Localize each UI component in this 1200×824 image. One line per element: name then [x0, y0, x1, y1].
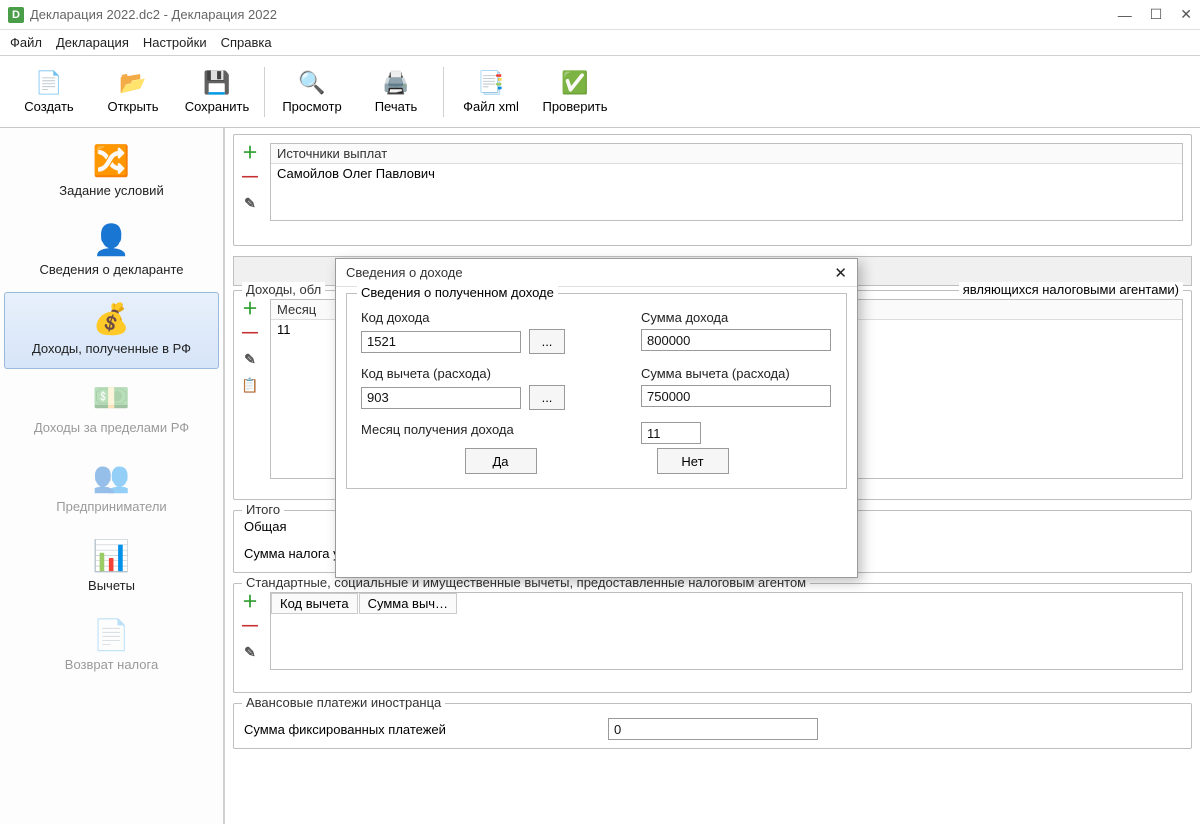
- advance-label: Сумма фиксированных платежей: [244, 722, 594, 737]
- dialog-close-button[interactable]: ✕: [834, 264, 847, 282]
- income-month-label: Месяц получения дохода: [361, 422, 621, 437]
- titlebar: D Декларация 2022.dc2 - Декларация 2022 …: [0, 0, 1200, 30]
- add-income-button[interactable]: ＋: [240, 297, 260, 317]
- people-icon: 👥: [92, 457, 132, 497]
- minimize-button[interactable]: —: [1118, 7, 1132, 23]
- payment-sources-group: ＋ — ✎ Источники выплат Самойлов Олег Пав…: [233, 134, 1192, 246]
- xml-icon: 📑: [477, 69, 505, 97]
- doc-icon: 📄: [92, 615, 132, 655]
- sources-list-row[interactable]: Самойлов Олег Павлович: [271, 164, 1182, 183]
- sidebar-item-conditions[interactable]: 🔀Задание условий: [4, 134, 219, 211]
- sidebar-item-deductions[interactable]: 📊Вычеты: [4, 529, 219, 606]
- sources-list-header: Источники выплат: [271, 144, 1182, 164]
- close-button[interactable]: ✕: [1180, 6, 1192, 23]
- check-icon: ✅: [561, 69, 589, 97]
- new-file-icon: 📄: [35, 69, 63, 97]
- advance-input[interactable]: [608, 718, 818, 740]
- person-icon: 👤: [92, 220, 132, 260]
- agent-deductions-group: Стандартные, социальные и имущественные …: [233, 583, 1192, 693]
- edit-source-button[interactable]: ✎: [240, 193, 260, 213]
- save-icon: 💾: [203, 69, 231, 97]
- coins-icon: 💰: [92, 299, 132, 339]
- sidebar-item-income-rf[interactable]: 💰Доходы, полученные в РФ: [4, 292, 219, 369]
- sidebar-item-income-foreign[interactable]: 💵Доходы за пределами РФ: [4, 371, 219, 448]
- remove-income-button[interactable]: —: [240, 323, 260, 343]
- toolbar: 📄Создать 📂Открыть 💾Сохранить 🔍Просмотр 🖨…: [0, 56, 1200, 128]
- sidebar-item-tax-return[interactable]: 📄Возврат налога: [4, 608, 219, 685]
- menu-settings[interactable]: Настройки: [143, 35, 207, 50]
- income-month-input[interactable]: [641, 422, 701, 444]
- preview-icon: 🔍: [298, 69, 326, 97]
- sources-list[interactable]: Источники выплат Самойлов Олег Павлович: [270, 143, 1183, 221]
- calc-icon: 📊: [92, 536, 132, 576]
- toolbar-check[interactable]: ✅Проверить: [534, 60, 616, 124]
- toolbar-print[interactable]: 🖨️Печать: [355, 60, 437, 124]
- deductions-list-header: Код вычета Сумма выч…: [271, 593, 1182, 614]
- deductions-list[interactable]: Код вычета Сумма выч…: [270, 592, 1183, 670]
- window-title: Декларация 2022.dc2 - Декларация 2022: [30, 7, 1118, 22]
- dialog-no-button[interactable]: Нет: [657, 448, 729, 474]
- copy-income-button[interactable]: 📋: [240, 375, 260, 395]
- toolbar-save[interactable]: 💾Сохранить: [176, 60, 258, 124]
- income-code-lookup-button[interactable]: ...: [529, 329, 565, 354]
- deduction-sum-label: Сумма вычета (расхода): [641, 366, 832, 381]
- menubar: Файл Декларация Настройки Справка: [0, 30, 1200, 56]
- sidebar-item-declarant[interactable]: 👤Сведения о декларанте: [4, 213, 219, 290]
- sidebar: 🔀Задание условий 👤Сведения о декларанте …: [0, 128, 225, 824]
- maximize-button[interactable]: ☐: [1150, 6, 1163, 23]
- income-code-label: Код дохода: [361, 310, 621, 325]
- sidebar-item-entrepreneurs[interactable]: 👥Предприниматели: [4, 450, 219, 527]
- dialog-title: Сведения о доходе: [346, 265, 834, 280]
- income-group-title-suffix: являющихся налоговыми агентами): [959, 282, 1183, 297]
- remove-source-button[interactable]: —: [240, 167, 260, 187]
- toolbar-separator: [443, 67, 444, 117]
- income-code-input[interactable]: [361, 331, 521, 353]
- deduction-sum-input[interactable]: [641, 385, 831, 407]
- income-sum-label: Сумма дохода: [641, 310, 832, 325]
- folder-open-icon: 📂: [119, 69, 147, 97]
- edit-income-button[interactable]: ✎: [240, 349, 260, 369]
- toolbar-separator: [264, 67, 265, 117]
- tree-icon: 🔀: [92, 141, 132, 181]
- toolbar-open[interactable]: 📂Открыть: [92, 60, 174, 124]
- bag-icon: 💵: [92, 378, 132, 418]
- toolbar-create[interactable]: 📄Создать: [8, 60, 90, 124]
- toolbar-xml[interactable]: 📑Файл xml: [450, 60, 532, 124]
- print-icon: 🖨️: [382, 69, 410, 97]
- toolbar-preview[interactable]: 🔍Просмотр: [271, 60, 353, 124]
- edit-deduction-button[interactable]: ✎: [240, 642, 260, 662]
- remove-deduction-button[interactable]: —: [240, 616, 260, 636]
- add-deduction-button[interactable]: ＋: [240, 590, 260, 610]
- menu-declaration[interactable]: Декларация: [56, 35, 129, 50]
- dialog-fieldset: Сведения о полученном доходе Код дохода …: [346, 293, 847, 489]
- income-sum-input[interactable]: [641, 329, 831, 351]
- income-info-dialog: Сведения о доходе ✕ Сведения о полученно…: [335, 258, 858, 578]
- deduction-code-input[interactable]: [361, 387, 521, 409]
- dialog-yes-button[interactable]: Да: [465, 448, 537, 474]
- menu-file[interactable]: Файл: [10, 35, 42, 50]
- add-source-button[interactable]: ＋: [240, 141, 260, 161]
- advance-group: Авансовые платежи иностранца Сумма фикси…: [233, 703, 1192, 749]
- menu-help[interactable]: Справка: [221, 35, 272, 50]
- deduction-code-label: Код вычета (расхода): [361, 366, 621, 381]
- app-icon: D: [8, 7, 24, 23]
- deduction-code-lookup-button[interactable]: ...: [529, 385, 565, 410]
